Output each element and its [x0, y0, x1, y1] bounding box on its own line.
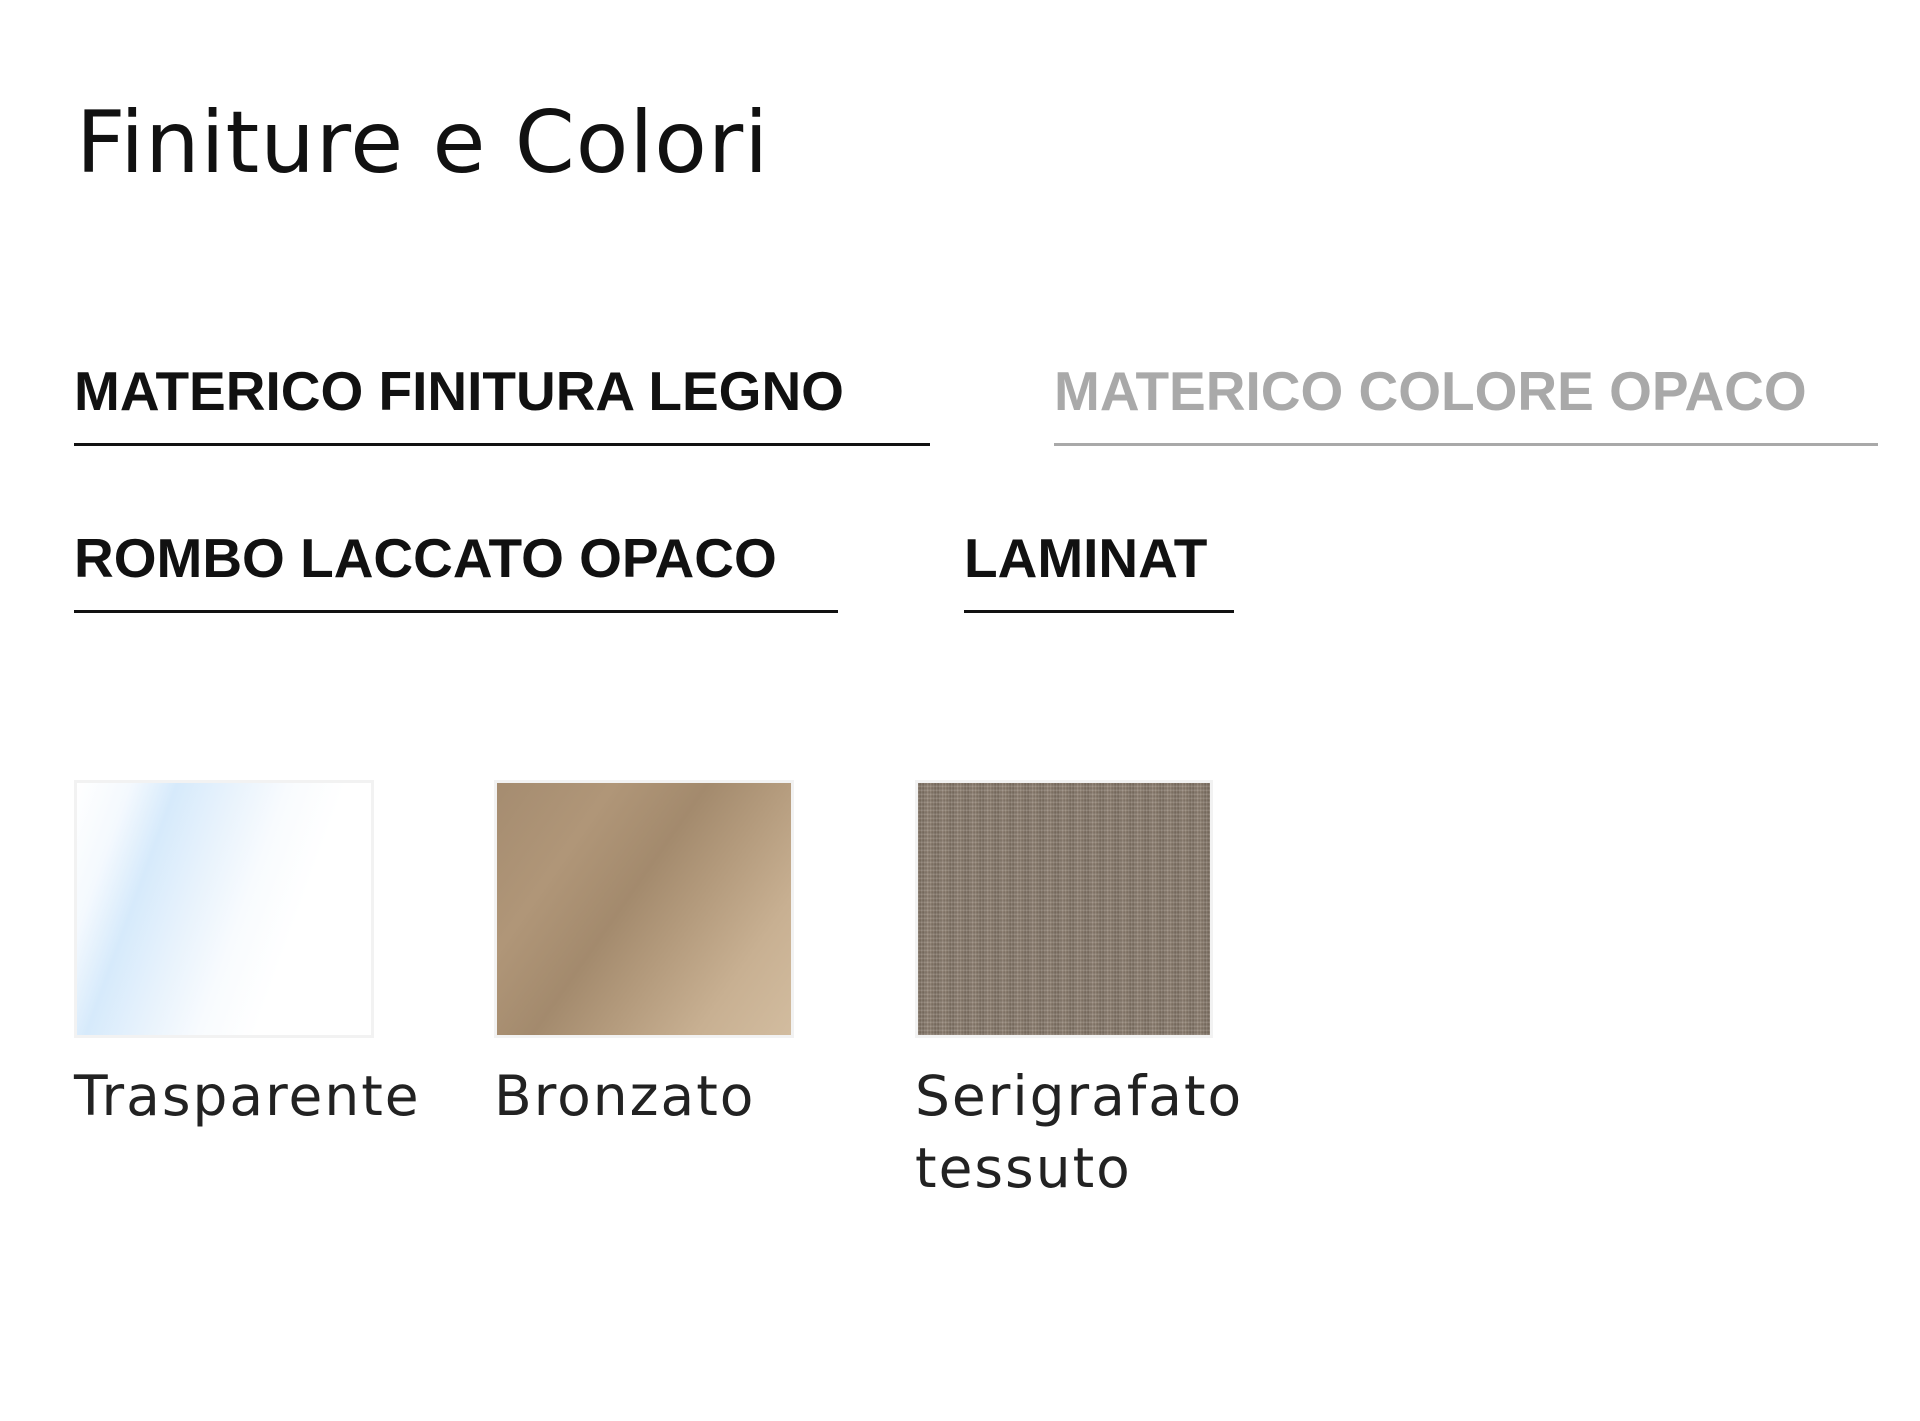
tab-label: LAMINAT	[964, 527, 1208, 589]
tab-label: MATERICO COLORE OPACO	[1054, 360, 1807, 422]
swatch-image[interactable]	[915, 780, 1213, 1038]
tab-laminat[interactable]: LAMINAT	[964, 523, 1234, 613]
swatch-label: Trasparente	[74, 1064, 421, 1128]
page-title: Finiture e Colori	[76, 93, 770, 193]
tab-label: MATERICO FINITURA LEGNO	[74, 360, 844, 422]
swatch-serigrafato-tessuto[interactable]: Serigrafato tessuto	[915, 780, 1295, 1204]
tab-materico-colore-opaco[interactable]: MATERICO COLORE OPACO	[1054, 356, 1878, 446]
swatch-bronzato[interactable]: Bronzato	[494, 780, 794, 1132]
swatch-trasparente[interactable]: Trasparente	[74, 780, 421, 1132]
tab-materico-finitura-legno[interactable]: MATERICO FINITURA LEGNO	[74, 356, 930, 446]
swatch-label: Bronzato	[494, 1064, 756, 1128]
tab-rombo-laccato-opaco[interactable]: ROMBO LACCATO OPACO	[74, 523, 838, 613]
tab-label: ROMBO LACCATO OPACO	[74, 527, 777, 589]
swatch-label: Serigrafato tessuto	[915, 1064, 1244, 1200]
swatch-image[interactable]	[74, 780, 374, 1038]
swatch-image[interactable]	[494, 780, 794, 1038]
